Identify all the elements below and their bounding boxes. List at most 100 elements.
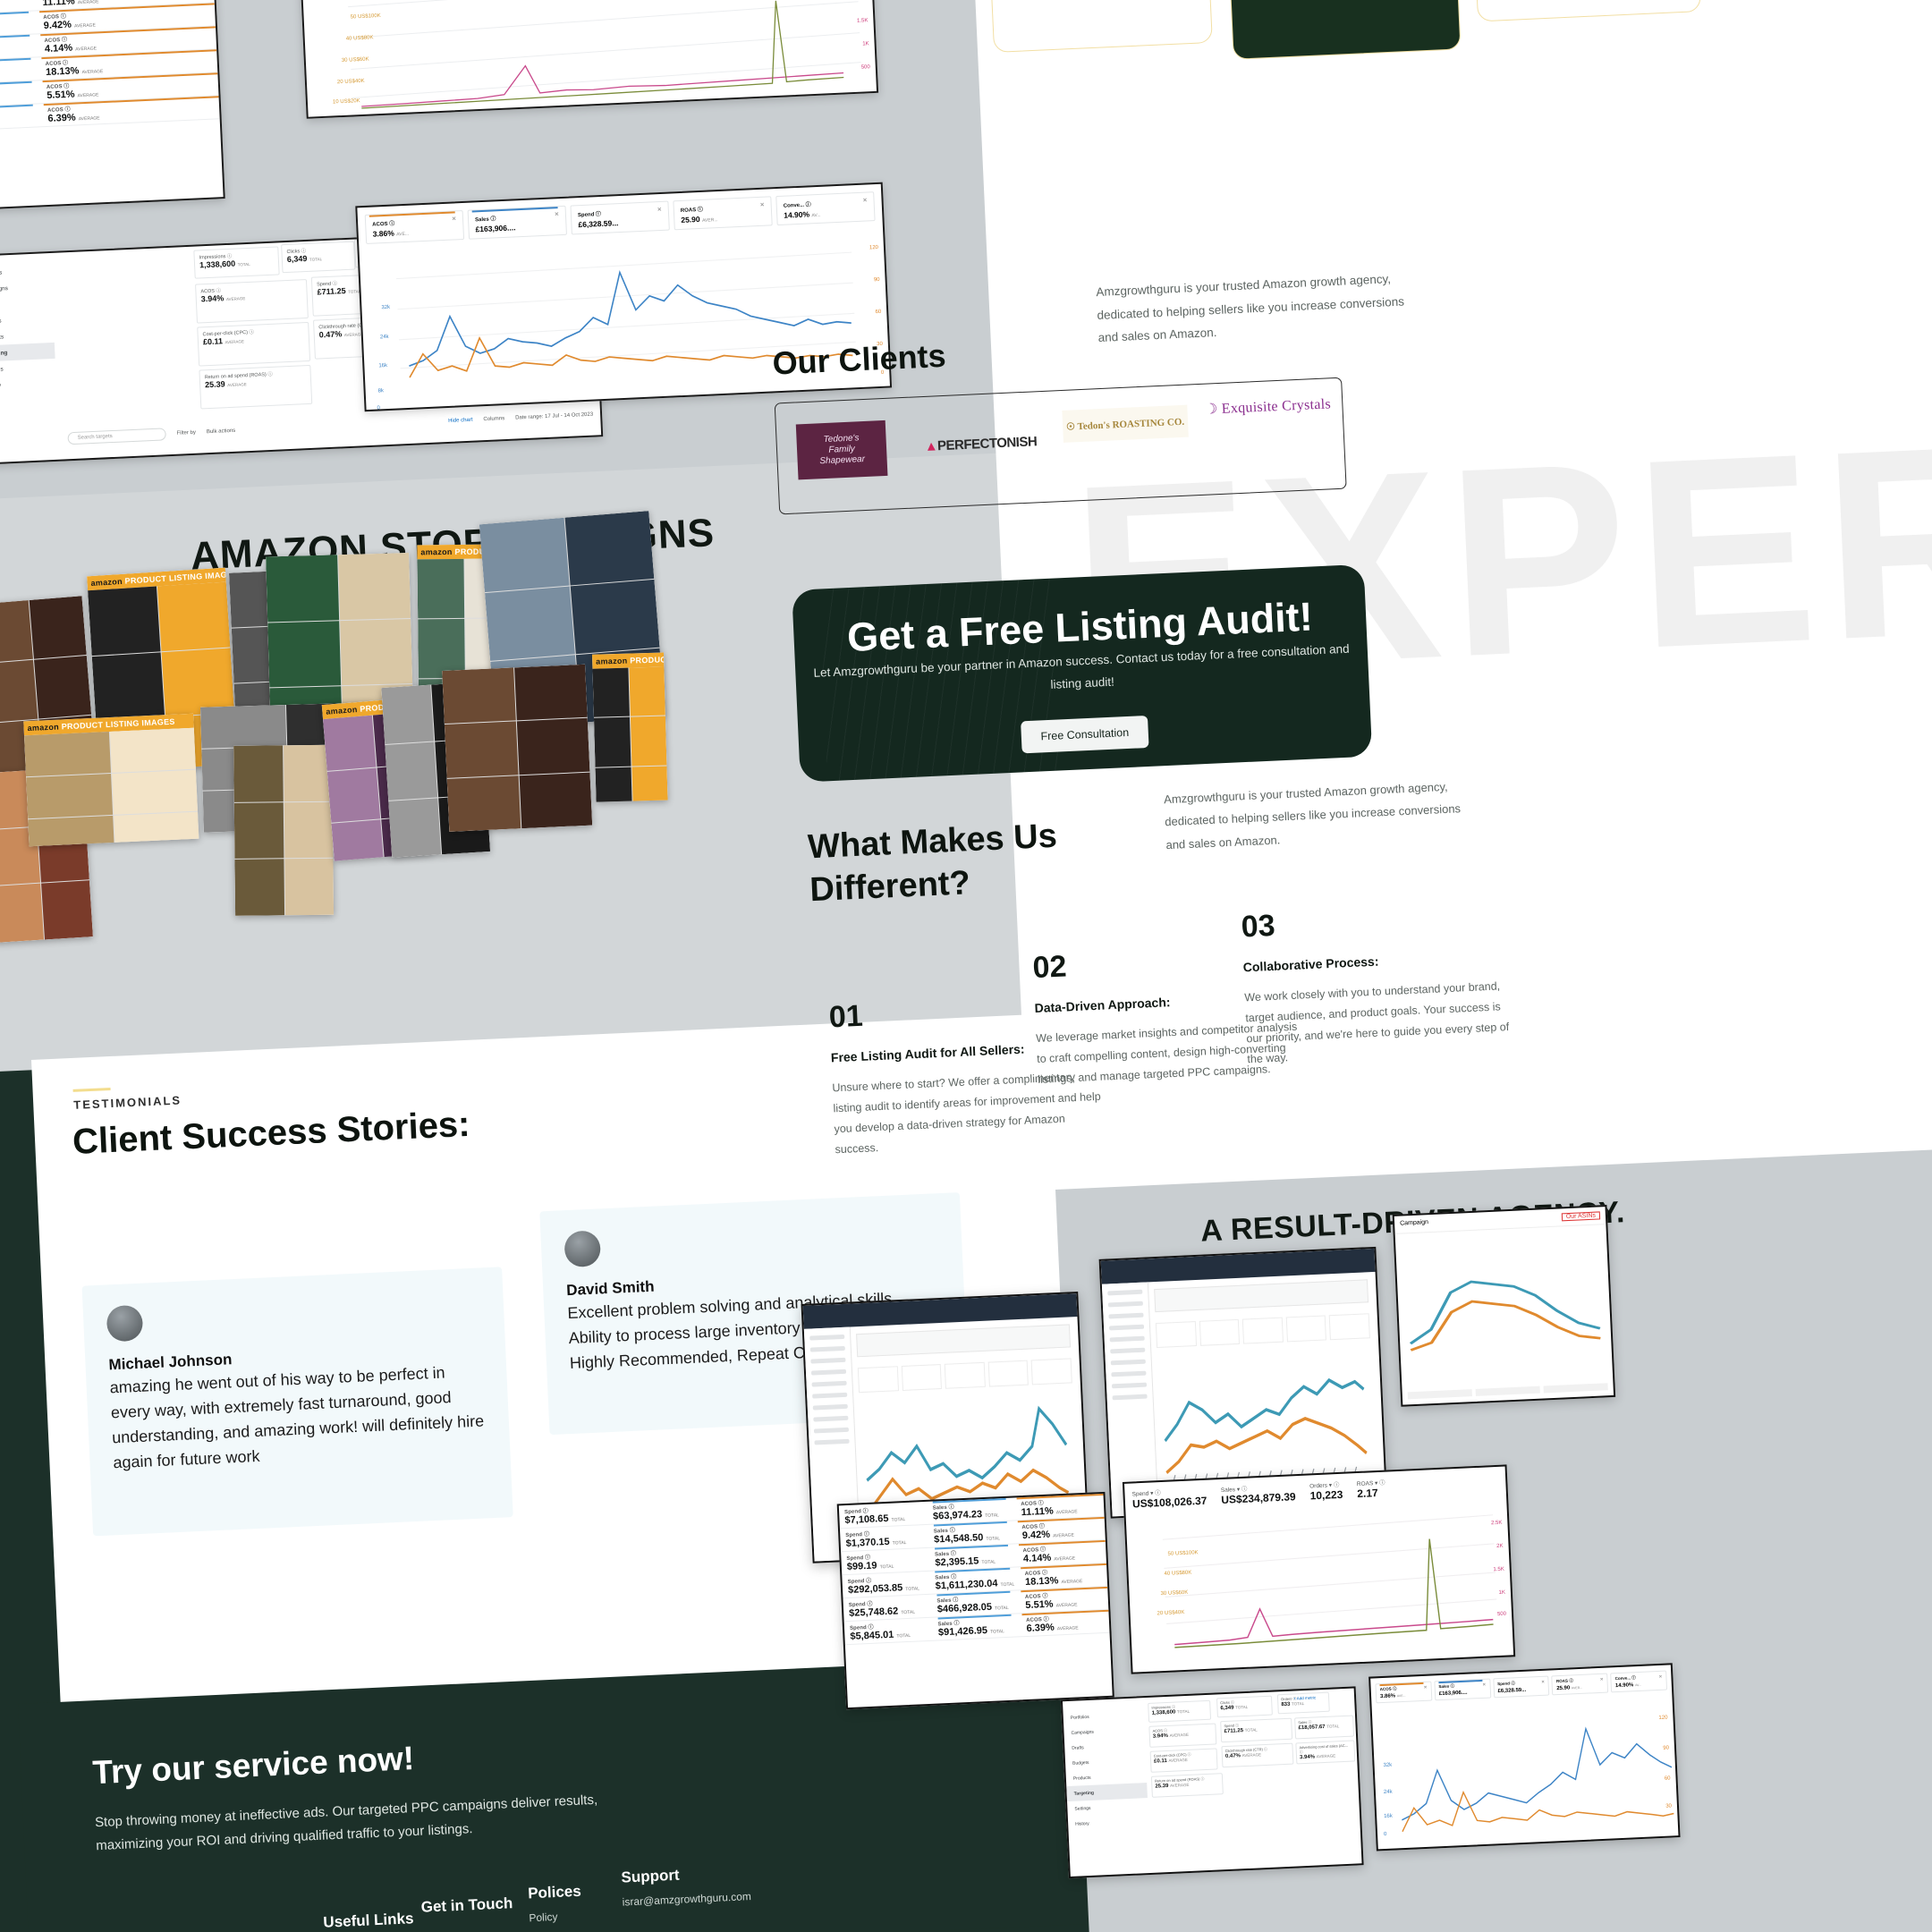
table-cell: Spend ⓘ $292,053.85 TOTAL xyxy=(847,1578,920,1596)
table-cell: Sales ⓘ$91,426.95 TOTAL xyxy=(932,1614,1021,1640)
table-cell: Spend ⓘ $25,748.62 TOTAL xyxy=(848,1601,916,1619)
footer-body: Stop throwing money at ineffective ads. … xyxy=(94,1792,598,1854)
store-design-thumbnail: amazon PRODUCT LISTING IMAGES xyxy=(23,713,199,847)
dashboard-sidebar[interactable]: PortfoliosCampaignsDraftsBudgetsProducts… xyxy=(0,262,56,394)
table-cell: ACOS ⓘ 6.39% AVERAGE xyxy=(1021,1610,1110,1636)
avatar xyxy=(564,1230,602,1268)
presentation-canvas: Sales ⓘ$63,974.23 TOTALACOS ⓘ11.11% AVER… xyxy=(0,0,1932,1932)
axis-tick: 120 xyxy=(1658,1715,1668,1722)
metric-chips: ACOS ⓘ ✕ 3.86% AVE... Sales ⓘ ✕ £163,906...… xyxy=(1370,1665,1672,1704)
table-cell: Sales ⓘ$14,548.50 TOTAL xyxy=(928,1521,1018,1546)
axis-tick: 60 xyxy=(1664,1775,1671,1782)
metric-chips xyxy=(1155,1312,1370,1349)
testimonial-card: Michael Johnson amazing he went out of h… xyxy=(81,1267,513,1537)
table-cell: Sales ⓘ$1,611,230.04 TOTAL xyxy=(929,1567,1020,1594)
amazon-ads-navbar xyxy=(1100,1248,1376,1284)
footer-column-title: Polices xyxy=(527,1882,582,1902)
axis-tick: 90 xyxy=(873,276,880,284)
metric-chip-sales[interactable]: Sales ⓘ ✕ £163,906.... xyxy=(1434,1678,1491,1701)
metric-chip-acos[interactable]: ACOS ⓘ ✕ 3.86% AVE... xyxy=(364,209,465,244)
metric-chip: Return on ad spend (ROAS) ⓘ 25.39 AVERAGE xyxy=(1150,1773,1224,1798)
metrics-table-screenshot: Spend ⓘ $7,108.65 TOTAL Sales ⓘ $63,974.23 … xyxy=(836,1491,1114,1710)
metric-chip: ACOS ⓘ 3.94% AVERAGE xyxy=(1148,1723,1217,1748)
free-listing-audit-banner: Get a Free Listing Audit! Let Amzgrowthg… xyxy=(792,564,1373,783)
metric-chip-spend[interactable]: Spend ⓘ ✕ £6,328.59... xyxy=(570,200,670,235)
axis-tick: 500 xyxy=(860,64,870,71)
acos-sales-sparkline xyxy=(395,251,856,378)
store-design-thumbnail xyxy=(233,744,335,916)
metric-chip-acos[interactable]: ACOS ⓘ ✕ 3.86% AVE... xyxy=(1375,1681,1433,1704)
footer-column-note[interactable]: Policy xyxy=(529,1910,582,1924)
axis-tick: 24k xyxy=(379,334,389,341)
our-asins-screenshot: Campaign Our ASINs xyxy=(1392,1205,1616,1407)
table-cell: Spend ⓘ $5,845.01 TOTAL xyxy=(849,1624,911,1642)
axis-tick: 32k xyxy=(1383,1762,1393,1769)
table-cell: Spend ⓘ $1,370.15 TOTAL xyxy=(845,1531,907,1550)
metric-chip: Sales ⓘ£18,057.67 TOTAL xyxy=(1294,1715,1355,1740)
axis-tick: 1.5K xyxy=(856,18,869,24)
metric-chip-sales[interactable]: Sales ⓘ ✕ £163,906.... xyxy=(467,205,567,240)
campaign-sparkline xyxy=(1164,1377,1368,1489)
metric-chip-conve[interactable]: Conve... ⓘ ✕ 14.90% AV... xyxy=(775,191,876,226)
footer-column: Support israr@amzgrowthguru.com xyxy=(621,1863,751,1909)
store-design-thumbnail xyxy=(442,664,593,832)
columns-dropdown[interactable]: Columns xyxy=(483,416,504,422)
footer-column: Get in Touch xyxy=(420,1894,513,1917)
footer-column: Useful Links xyxy=(323,1910,414,1932)
metric-chip: Impressions ⓘ 1,338,600 TOTAL xyxy=(193,246,280,279)
testimonials-eyebrow: TESTIMONIALS xyxy=(72,1084,182,1112)
our-clients-intro: Amzgrowthguru is your trusted Amazon gro… xyxy=(1096,272,1405,345)
axis-tick: 8k xyxy=(377,388,385,394)
axis-tick: 2.5K xyxy=(1490,1520,1503,1527)
acos-sales-sparkline xyxy=(1402,1726,1674,1833)
axis-tick: 0 xyxy=(1383,1831,1387,1838)
bulk-actions-dropdown[interactable]: Bulk actions xyxy=(207,428,236,435)
metric-chip-conve[interactable]: Conve... ⓘ ✕ 14.90% AV... xyxy=(1610,1670,1668,1693)
metric-chip-roas[interactable]: ROAS ⓘ ✕ 25.90 AVER... xyxy=(673,196,773,231)
table-cell: ACOS ⓘ 4.14% AVERAGE xyxy=(1017,1540,1106,1566)
metrics-table-rows: Sales ⓘ$63,974.23 TOTALACOS ⓘ11.11% AVER… xyxy=(0,0,220,136)
footer-column: Polices Policy xyxy=(528,1883,582,1925)
footer-column-note[interactable]: israr@amzgrowthguru.com xyxy=(622,1890,751,1909)
date-range-dropdown[interactable]: Date range: 17 Jul - 14 Oct 2023 xyxy=(515,412,593,421)
table-cell: Spend ⓘ $99.19 TOTAL xyxy=(846,1555,894,1573)
metric-chip-roas[interactable]: ROAS ⓘ ✕ 25.90 AVER... xyxy=(1551,1673,1609,1696)
axis-tick: 1K xyxy=(1498,1589,1506,1596)
our-clients-title: Our Clients xyxy=(771,336,947,382)
hide-chart-link[interactable]: Hide chart xyxy=(448,418,473,424)
asin-footer-chips xyxy=(1407,1383,1608,1400)
table-cell: Sales ⓘ$63,974.23 TOTAL xyxy=(927,1497,1016,1523)
axis-tick: 500 xyxy=(1496,1611,1507,1618)
spend-sales-chart-screenshot: Spend ▾ ⓘUS$108,026.37Sales ▾ ⓘUS$234,87… xyxy=(298,0,879,119)
metric-chip-spend[interactable]: Spend ⓘ ✕ £6,328.59... xyxy=(1492,1675,1550,1699)
table-cell: Sales ⓘ$2,395.15 TOTAL xyxy=(929,1544,1019,1570)
filter-by-dropdown[interactable]: Filter by xyxy=(176,430,196,436)
metric-chip: ACOS ⓘ 3.94% AVERAGE xyxy=(195,278,309,324)
axis-tick: 90 xyxy=(1663,1745,1670,1751)
metrics-table-screenshot: Sales ⓘ$63,974.23 TOTALACOS ⓘ11.11% AVER… xyxy=(0,0,225,216)
axis-tick: 2K xyxy=(1496,1543,1504,1550)
footer-column-title: Useful Links xyxy=(323,1910,414,1931)
notice-banner xyxy=(856,1324,1071,1358)
sidebar-item-history[interactable]: History xyxy=(1068,1813,1149,1832)
kpi-spend: Spend ▾ ⓘ US$108,026.37 xyxy=(1131,1490,1208,1511)
kpi-roas: ROAS ▾ ⓘ 2.17 xyxy=(1356,1479,1385,1501)
notice-banner xyxy=(1154,1279,1368,1313)
targeting-dashboard-screenshot: PortfoliosCampaignsDraftsBudgetsProducts… xyxy=(1060,1686,1364,1879)
table-cell: Sales ⓘ$466,928.05 TOTAL xyxy=(931,1590,1021,1616)
spend-sales-sparkline xyxy=(348,0,861,109)
sidebar-item-history[interactable]: History xyxy=(0,375,56,394)
client-logo-tedones: Tedone's Family Shapewear xyxy=(795,419,888,480)
different-column-03: 03 Collaborative Process: We work closely … xyxy=(1241,898,1516,1071)
testimonial-text: amazing he went out of his way to be per… xyxy=(109,1363,485,1471)
table-cell: ACOS ⓘ 5.51% AVERAGE xyxy=(1020,1587,1109,1613)
axis-tick: 1K xyxy=(862,41,869,47)
table-cell: ACOS ⓘ11.11% AVERAGE xyxy=(1015,1494,1105,1520)
search-targets-input[interactable]: Search targets xyxy=(67,428,166,445)
axis-tick: 32k xyxy=(381,304,391,311)
dashboard-sidebar[interactable]: PortfoliosCampaignsDraftsBudgetsProducts… xyxy=(1063,1707,1148,1832)
table-cell: Spend ⓘ $7,108.65 TOTAL xyxy=(844,1508,906,1527)
axis-tick: 120 xyxy=(869,244,879,251)
asin-sparkline xyxy=(1409,1280,1601,1352)
axis-tick: 16k xyxy=(1384,1813,1393,1820)
